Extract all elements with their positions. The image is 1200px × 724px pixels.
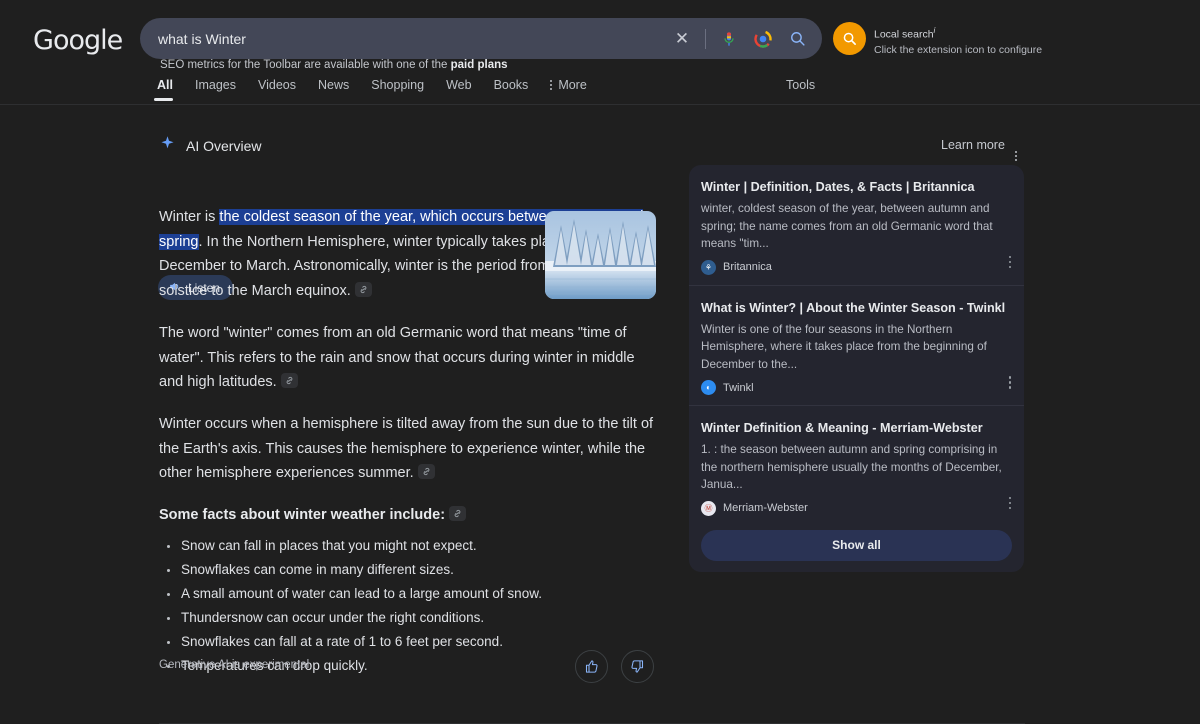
show-all-button[interactable]: Show all: [701, 529, 1012, 561]
sources-panel: Winter | Definition, Dates, & Facts | Br…: [689, 165, 1024, 572]
source-title: What is Winter? | About the Winter Seaso…: [701, 300, 1006, 315]
tab-more[interactable]: More: [550, 78, 599, 100]
paid-plans-link[interactable]: paid plans: [451, 59, 508, 71]
tab-books[interactable]: Books: [494, 78, 542, 100]
tab-web[interactable]: Web: [446, 78, 484, 100]
source-card-menu-icon[interactable]: [1008, 496, 1011, 512]
learn-more-link[interactable]: Learn more: [941, 138, 1005, 152]
twinkl-favicon-icon: ◐: [701, 380, 716, 395]
merriam-webster-favicon-icon: Ⓜ: [701, 500, 716, 516]
source-name: Twinkl: [723, 381, 754, 394]
google-logo[interactable]: Google: [33, 25, 123, 56]
p1-prefix: Winter is: [159, 209, 220, 225]
source-attribution: Ⓜ Merriam-Webster: [701, 500, 1010, 516]
britannica-favicon-icon: ⚘: [701, 259, 716, 275]
source-title: Winter Definition & Meaning - Merriam-We…: [701, 421, 983, 435]
source-name: Britannica: [723, 261, 772, 273]
tab-shopping[interactable]: Shopping: [371, 78, 437, 100]
source-link-icon[interactable]: [449, 506, 467, 522]
p2-text: The word "winter" comes from an old Germ…: [159, 324, 635, 391]
list-item: Snowflakes can come in many different si…: [159, 558, 659, 582]
source-card-menu-icon[interactable]: [1008, 376, 1011, 391]
search-submit-icon[interactable]: [780, 18, 814, 59]
tab-images[interactable]: Images: [195, 78, 249, 100]
source-snippet: Winter is one of the four seasons in the…: [701, 322, 987, 371]
source-link-icon[interactable]: [354, 282, 372, 298]
search-bar[interactable]: ✕: [140, 18, 822, 59]
tab-news[interactable]: News: [318, 78, 362, 100]
extension-title: Local search: [874, 28, 934, 41]
tab-videos-label: Videos: [257, 78, 296, 92]
ai-facts-heading: Some facts about winter weather include:: [159, 503, 659, 528]
source-card-menu-icon[interactable]: [1008, 255, 1011, 271]
more-dots-icon: [550, 80, 553, 90]
ai-overview-footer: Generative AI is experimental.: [159, 650, 679, 700]
list-item: Snow can fall in places that you might n…: [159, 534, 659, 558]
p3-text: Winter occurs when a hemisphere is tilte…: [159, 415, 654, 482]
google-lens-icon[interactable]: [746, 18, 780, 59]
seo-toolbar-note: SEO metrics for the Toolbar are availabl…: [160, 59, 508, 71]
ai-paragraph-3: Winter occurs when a hemisphere is tilte…: [159, 412, 659, 486]
extension-info-sup: i: [933, 26, 936, 35]
source-snippet: winter, coldest season of the year, betw…: [701, 202, 993, 250]
source-card-merriam-webster[interactable]: Winter Definition & Meaning - Merriam-We…: [689, 405, 1024, 526]
search-input[interactable]: [140, 30, 665, 47]
clear-search-icon[interactable]: ✕: [665, 18, 699, 59]
source-link-icon[interactable]: [280, 373, 298, 389]
tab-news-label: News: [317, 78, 350, 92]
ai-overview-label: AI Overview: [186, 138, 262, 154]
source-name: Merriam-Webster: [723, 502, 808, 514]
tab-images-label: Images: [194, 78, 236, 92]
source-attribution: ⚘ Britannica: [701, 259, 1010, 275]
search-nav-bar: All Images Videos News Shopping Web Book…: [0, 78, 1200, 105]
tab-shopping-label: Shopping: [371, 78, 425, 92]
tab-more-label: More: [558, 78, 587, 92]
source-card-britannica[interactable]: Winter | Definition, Dates, & Facts | Br…: [689, 165, 1024, 285]
source-snippet: 1. : the season between autumn and sprin…: [701, 443, 1002, 491]
page-header: Google ✕: [0, 0, 1200, 77]
winter-thumbnail-image[interactable]: [545, 211, 656, 299]
search-tabs: All Images Videos News Shopping Web Book…: [154, 78, 609, 101]
seo-note-text: SEO metrics for the Toolbar are availabl…: [160, 59, 451, 71]
source-title: Winter | Definition, Dates, & Facts | Br…: [701, 180, 975, 194]
tab-books-label: Books: [493, 78, 529, 92]
ai-paragraph-2: The word "winter" comes from an old Germ…: [159, 321, 659, 395]
microphone-icon[interactable]: [712, 18, 746, 59]
tab-all[interactable]: All: [154, 78, 186, 101]
ai-overview-header: AI Overview: [159, 135, 261, 157]
ai-overview-menu-icon[interactable]: [1013, 138, 1019, 163]
source-link-icon[interactable]: [417, 464, 435, 480]
tab-videos[interactable]: Videos: [258, 78, 309, 100]
list-item: Thundersnow can occur under the right co…: [159, 606, 659, 630]
extension-info: Local searchi Click the extension icon t…: [874, 25, 1042, 58]
tab-web-label: Web: [446, 78, 472, 92]
search-divider: [705, 28, 706, 49]
generative-ai-disclaimer: Generative AI is experimental.: [159, 659, 313, 671]
extension-subtitle: Click the extension icon to configure: [874, 43, 1043, 56]
thumbs-down-icon[interactable]: [621, 650, 654, 683]
facts-heading-text: Some facts about winter weather include:: [159, 507, 446, 524]
thumbs-up-icon[interactable]: [575, 650, 608, 683]
source-card-twinkl[interactable]: What is Winter? | About the Winter Seaso…: [689, 284, 1024, 406]
tools-button[interactable]: Tools: [786, 78, 815, 92]
tab-all-label: All: [157, 78, 173, 92]
list-item: A small amount of water can lead to a la…: [159, 582, 659, 606]
extension-search-button[interactable]: [833, 22, 866, 55]
source-attribution: ◐ Twinkl: [701, 380, 1010, 395]
sparkle-icon: [159, 135, 176, 157]
